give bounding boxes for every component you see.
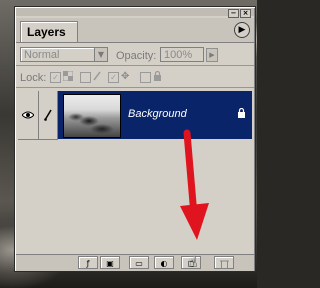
- paintbrush-icon: [44, 109, 52, 121]
- tab-bar: Layers ▶: [16, 18, 254, 43]
- divider: [16, 87, 254, 88]
- lock-image-checkbox[interactable]: [80, 72, 91, 83]
- lock-transparency-checkbox[interactable]: ✓: [50, 72, 61, 83]
- layer-style-icon: ƒ: [86, 259, 90, 268]
- add-mask-button[interactable]: ▣: [100, 256, 120, 269]
- lock-row: Lock: ✓ ✓ ✥: [16, 67, 254, 87]
- layer-thumbnail: [63, 94, 121, 138]
- opacity-slider-button[interactable]: ▶: [206, 48, 218, 62]
- hand-cursor-icon: ☝: [188, 254, 197, 270]
- opacity-label: Opacity:: [116, 50, 157, 62]
- blend-options-row: Normal ▼ Opacity: 100% ▶: [16, 43, 254, 65]
- opacity-input[interactable]: 100%: [160, 47, 204, 62]
- checker-icon: [62, 70, 74, 84]
- palette-menu-button[interactable]: ▶: [234, 22, 250, 38]
- layer-style-button[interactable]: ƒ: [78, 256, 98, 269]
- visibility-toggle[interactable]: [18, 91, 39, 140]
- tab-layers[interactable]: Layers: [20, 21, 78, 42]
- link-brush-toggle[interactable]: [39, 91, 58, 140]
- adjustment-layer-button[interactable]: ◐: [154, 256, 174, 269]
- layers-palette: − × Layers ▶ Normal ▼ Opacity: 100% ▶ Lo…: [14, 6, 256, 272]
- divider: [16, 65, 254, 66]
- minimize-button[interactable]: −: [228, 9, 239, 18]
- folder-icon: ▭: [135, 259, 143, 268]
- move-icon: ✥: [121, 71, 130, 82]
- brush-icon: [93, 71, 101, 84]
- close-button[interactable]: ×: [240, 9, 251, 18]
- lock-icon: [153, 70, 162, 84]
- play-arrow-icon: ▶: [238, 25, 246, 35]
- layer-name[interactable]: Background: [128, 108, 187, 120]
- lock-all-checkbox[interactable]: [140, 72, 151, 83]
- blend-mode-value: Normal: [24, 49, 60, 61]
- add-mask-icon: ▣: [106, 259, 114, 268]
- palette-titlebar[interactable]: − ×: [16, 8, 254, 18]
- chevron-down-icon[interactable]: ▼: [94, 48, 107, 61]
- eye-icon: [21, 111, 35, 119]
- lock-icon: [237, 107, 246, 121]
- blend-mode-select[interactable]: Normal ▼: [20, 47, 108, 62]
- layer-row[interactable]: Background: [18, 91, 252, 140]
- delete-layer-button[interactable]: [214, 256, 234, 269]
- layers-bottom-bar: ƒ ▣ ▭ ◐ ◻: [16, 254, 254, 271]
- adjustment-layer-icon: ◐: [160, 259, 168, 268]
- layers-list: Background: [16, 89, 254, 253]
- trash-icon: [219, 260, 229, 269]
- lock-position-checkbox[interactable]: ✓: [108, 72, 119, 83]
- lock-label: Lock:: [20, 72, 47, 84]
- new-set-button[interactable]: ▭: [129, 256, 149, 269]
